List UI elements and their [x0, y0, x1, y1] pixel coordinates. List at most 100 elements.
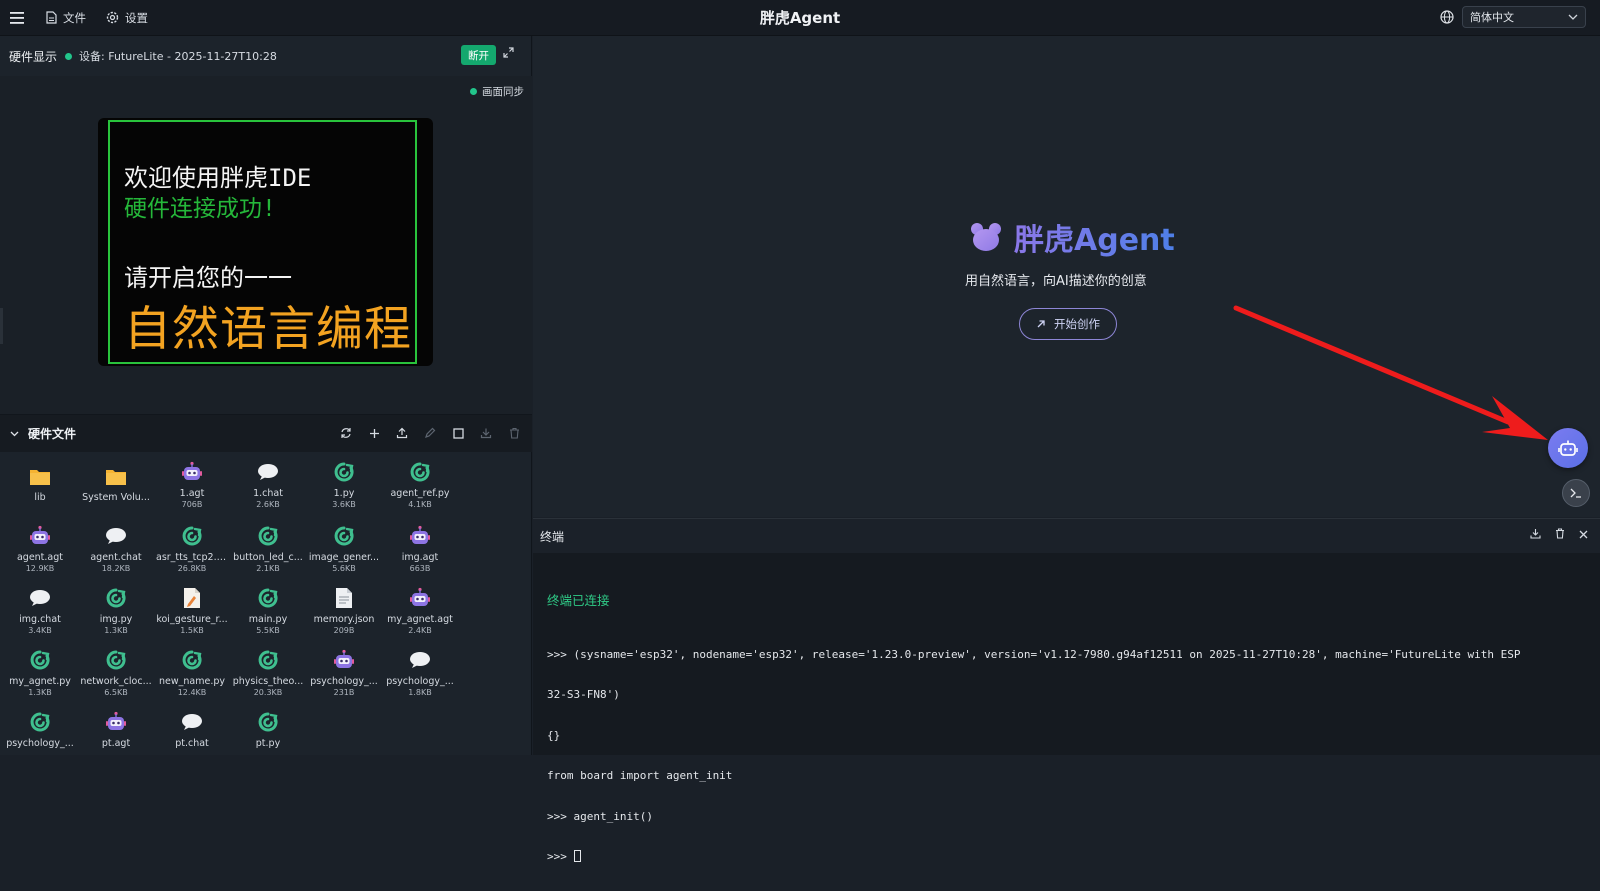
start-create-button[interactable]: 开始创作: [1019, 308, 1117, 340]
terminal-line: 32-S3-FN8'): [547, 688, 620, 701]
hardware-files-title: 硬件文件: [28, 427, 77, 441]
file-item[interactable]: 1.py 3.6KB: [308, 460, 380, 522]
agt-file-icon: [180, 460, 204, 484]
globe-icon[interactable]: [1440, 10, 1454, 24]
file-size: 3.6KB: [332, 500, 356, 509]
file-item[interactable]: my_agnet.agt 2.4KB: [384, 586, 456, 648]
file-item[interactable]: koi_gesture_r... 1.5KB: [156, 586, 228, 648]
file-item[interactable]: image_gener... 5.6KB: [308, 524, 380, 586]
file-item[interactable]: System Volu...: [80, 464, 152, 526]
file-name: asr_tts_tcp2.py: [156, 552, 228, 563]
py-file-icon: [180, 524, 204, 548]
file-item[interactable]: pt.py: [232, 710, 304, 755]
file-item[interactable]: pt.chat: [156, 710, 228, 755]
file-name: lib: [34, 492, 46, 503]
file-item[interactable]: physics_theo... 20.3KB: [232, 648, 304, 710]
file-item[interactable]: agent.chat 18.2KB: [80, 524, 152, 586]
file-grid: lib System Volu... 1.agt 706B 1.chat 2.6KB 1.p…: [4, 460, 532, 755]
file-item[interactable]: img.py 1.3KB: [80, 586, 152, 648]
terminal-prompt: >>>: [547, 850, 574, 863]
top-bar: 文件 设置 胖虎Agent 简体中文: [0, 0, 1600, 36]
screen-sync-toggle[interactable]: 画面同步: [470, 84, 524, 99]
file-menu[interactable]: 文件: [46, 10, 86, 26]
arrow-up-right-icon: [1037, 320, 1045, 328]
file-size: 5.6KB: [332, 564, 356, 573]
file-item[interactable]: memory.json 209B: [308, 586, 380, 648]
file-item[interactable]: pt.agt: [80, 710, 152, 755]
file-name: psychology_...: [310, 676, 378, 687]
terminal-prompt-line[interactable]: >>>: [547, 850, 1521, 864]
terminal-output[interactable]: 终端已连接 >>> (sysname='esp32', nodename='es…: [547, 567, 1521, 891]
folder-file-icon: [104, 464, 128, 488]
download-icon[interactable]: [478, 425, 494, 441]
file-size: 2.1KB: [256, 564, 280, 573]
chevron-down-icon: [1568, 14, 1578, 20]
py-file-icon: [332, 460, 356, 484]
file-size: 706B: [181, 500, 203, 509]
disconnect-button[interactable]: 断开: [461, 45, 496, 65]
file-item[interactable]: asr_tts_tcp2.py 26.8KB: [156, 524, 228, 586]
file-item[interactable]: img.agt 663B: [384, 524, 456, 586]
left-panel: 硬件显示 设备: FutureLite - 2025-11-27T10:28 断…: [0, 36, 532, 755]
file-name: 1.agt: [179, 488, 205, 499]
file-size: 209B: [333, 626, 355, 635]
file-item[interactable]: lib: [4, 464, 76, 526]
add-icon[interactable]: [366, 425, 382, 441]
file-item[interactable]: button_led_c... 2.1KB: [232, 524, 304, 586]
panel-resize-handle[interactable]: [0, 308, 3, 344]
file-item[interactable]: main.py 5.5KB: [232, 586, 304, 648]
chat-file-icon: [28, 586, 52, 610]
connection-status-dot: [65, 52, 73, 60]
file-item[interactable]: psychology_... 231B: [308, 648, 380, 710]
edit-icon[interactable]: [422, 425, 438, 441]
upload-icon[interactable]: [394, 425, 410, 441]
chevron-down-icon[interactable]: [10, 431, 19, 437]
file-item[interactable]: network_cloc... 6.5KB: [80, 648, 152, 710]
file-item[interactable]: img.chat 3.4KB: [4, 586, 76, 648]
trash-icon[interactable]: [506, 425, 522, 441]
red-arrow-annotation: [1233, 305, 1548, 440]
settings-menu[interactable]: 设置: [106, 10, 148, 26]
download-icon[interactable]: [1530, 528, 1541, 542]
hamburger-icon[interactable]: [0, 0, 34, 36]
file-name: agent.agt: [16, 552, 64, 563]
file-name: button_led_c...: [233, 552, 303, 563]
terminal-line: {}: [547, 728, 561, 742]
agt-file-icon: [408, 586, 432, 610]
refresh-icon[interactable]: [338, 425, 354, 441]
file-name: img.chat: [19, 614, 61, 625]
file-item[interactable]: 1.chat 2.6KB: [232, 460, 304, 522]
gear-icon: [106, 11, 119, 24]
file-item[interactable]: psychology_... 1.8KB: [384, 648, 456, 710]
py-file-icon: [104, 648, 128, 672]
file-size: 3.4KB: [28, 626, 52, 635]
file-item[interactable]: 1.agt 706B: [156, 460, 228, 522]
file-item[interactable]: psychology_...: [4, 710, 76, 755]
ai-assistant-button[interactable]: [1548, 428, 1588, 468]
file-size: 20.3KB: [253, 688, 283, 697]
app-title: 胖虎Agent: [759, 9, 841, 27]
file-size: 1.8KB: [408, 688, 432, 697]
file-item[interactable]: agent.agt 12.9KB: [4, 524, 76, 586]
expand-icon[interactable]: [503, 47, 514, 61]
terminal-line: from board import agent_init: [547, 769, 733, 782]
py-file-icon: [256, 648, 280, 672]
sync-label: 画面同步: [482, 86, 524, 98]
py-file-icon: [28, 710, 52, 734]
select-square-icon[interactable]: [450, 425, 466, 441]
document-icon: [46, 11, 57, 24]
file-item[interactable]: new_name.py 12.4KB: [156, 648, 228, 710]
file-size: 6.5KB: [104, 688, 128, 697]
folder-file-icon: [28, 464, 52, 488]
robot-icon: [1558, 440, 1578, 456]
trash-icon[interactable]: [1555, 528, 1565, 542]
screen-connected-text: 硬件连接成功!: [124, 196, 276, 222]
language-select[interactable]: 简体中文: [1462, 6, 1586, 28]
terminal-toggle-button[interactable]: [1562, 479, 1590, 507]
file-size: 4.1KB: [408, 500, 432, 509]
file-item[interactable]: my_agnet.py 1.3KB: [4, 648, 76, 710]
hardware-files-header[interactable]: 硬件文件: [0, 414, 532, 452]
chat-file-icon: [180, 710, 204, 734]
close-icon[interactable]: [1579, 528, 1588, 542]
file-item[interactable]: agent_ref.py 4.1KB: [384, 460, 456, 522]
